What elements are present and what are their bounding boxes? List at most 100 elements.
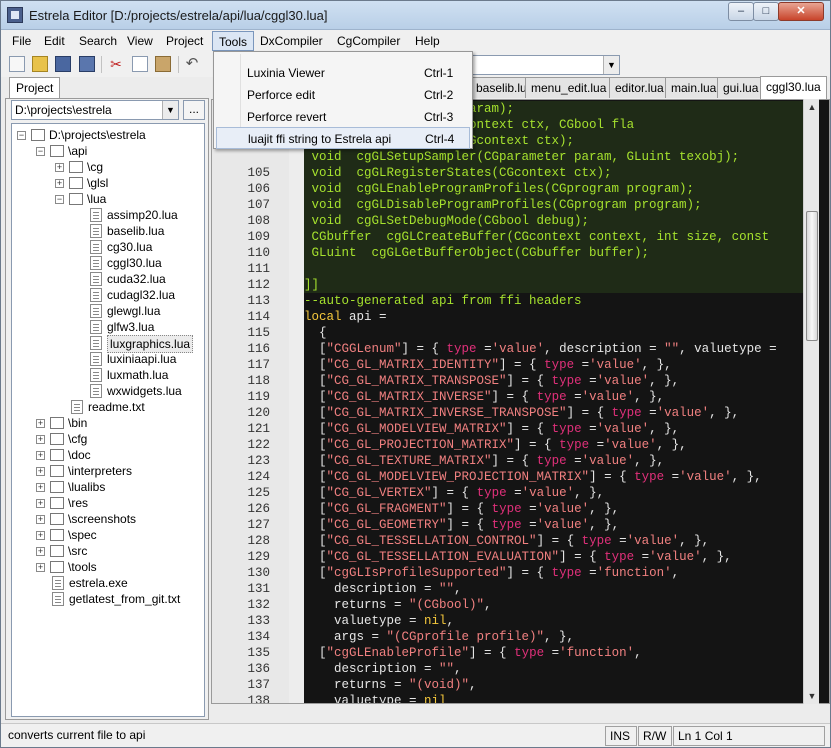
- menu-item-perforce-edit[interactable]: Perforce edit Ctrl-2: [216, 84, 470, 106]
- code-line[interactable]: ["CG_GL_TESSELLATION_CONTROL"] = { type …: [304, 533, 804, 549]
- menu-item-perforce-revert[interactable]: Perforce revert Ctrl-3: [216, 106, 470, 128]
- code-line[interactable]: void cgGLSetupSampler(CGparameter param,…: [304, 149, 804, 165]
- code-line[interactable]: {: [304, 325, 804, 341]
- code-line[interactable]: returns = "(void)",: [304, 677, 804, 693]
- code-line[interactable]: description = "",: [304, 581, 804, 597]
- file-tab[interactable]: gui.lua: [717, 77, 765, 98]
- code-line[interactable]: valuetype = nil: [304, 693, 804, 703]
- vertical-scrollbar[interactable]: ▲ ▼: [803, 99, 819, 704]
- scroll-up-icon[interactable]: ▲: [804, 99, 820, 115]
- tree-file[interactable]: assimp20.lua: [74, 207, 202, 223]
- code-line[interactable]: ["CG_GL_VERTEX"] = { type ='value', },: [304, 485, 804, 501]
- tree-folder[interactable]: + \tools: [36, 559, 202, 575]
- code-line[interactable]: ["CG_GL_MATRIX_INVERSE"] = { type ='valu…: [304, 389, 804, 405]
- menu-dxcompiler[interactable]: DxCompiler: [254, 31, 329, 51]
- tree-folder[interactable]: − \lua: [55, 191, 202, 207]
- expand-icon[interactable]: +: [36, 467, 45, 476]
- file-tab[interactable]: main.lua: [665, 77, 723, 98]
- code-line[interactable]: ["cgGLEnableProfile"] = { type ='functio…: [304, 645, 804, 661]
- code-line[interactable]: [304, 261, 804, 277]
- expand-icon[interactable]: +: [36, 563, 45, 572]
- tree-folder[interactable]: + \src: [36, 543, 202, 559]
- expand-icon[interactable]: +: [36, 531, 45, 540]
- function-list-combo[interactable]: ▼: [470, 55, 620, 75]
- chevron-down-icon[interactable]: ▼: [162, 101, 178, 119]
- code-line[interactable]: ["CG_GL_PROJECTION_MATRIX"] = { type ='v…: [304, 437, 804, 453]
- code-line[interactable]: ["CG_GL_FRAGMENT"] = { type ='value', },: [304, 501, 804, 517]
- file-tab[interactable]: cggl30.lua: [760, 76, 827, 99]
- code-line[interactable]: ["CG_GL_TEXTURE_MATRIX"] = { type ='valu…: [304, 453, 804, 469]
- expand-icon[interactable]: +: [36, 499, 45, 508]
- code-line[interactable]: void cgGLDisableProgramProfiles(CGprogra…: [304, 197, 804, 213]
- tree-file[interactable]: readme.txt: [55, 399, 202, 415]
- code-line[interactable]: local api =: [304, 309, 804, 325]
- code-line[interactable]: --auto-generated api from ffi headers: [304, 293, 804, 309]
- project-tree[interactable]: − D:\projects\estrela − \api + \cg + \glsl − \lua…: [11, 123, 205, 717]
- undo-icon[interactable]: ↶: [184, 56, 200, 72]
- scroll-thumb[interactable]: [806, 211, 818, 341]
- tree-folder[interactable]: + \doc: [36, 447, 202, 463]
- menu-item-luxinia-viewer[interactable]: Luxinia Viewer Ctrl-1: [216, 62, 470, 84]
- save-all-icon[interactable]: [79, 56, 95, 72]
- collapse-icon[interactable]: −: [17, 131, 26, 140]
- code-line[interactable]: ["cgGLIsProfileSupported"] = { type ='fu…: [304, 565, 804, 581]
- fold-margin[interactable]: [289, 100, 304, 703]
- save-icon[interactable]: [55, 56, 71, 72]
- tree-folder[interactable]: + \spec: [36, 527, 202, 543]
- tree-file[interactable]: cuda32.lua: [74, 271, 202, 287]
- code-editor[interactable]: reEnum(CGparameter param); extureParamet…: [211, 99, 830, 704]
- file-tab[interactable]: menu_edit.lua: [525, 77, 613, 98]
- code-line[interactable]: args = "(CGprofile profile)", },: [304, 629, 804, 645]
- browse-button[interactable]: ...: [183, 100, 205, 120]
- menu-search[interactable]: Search: [73, 31, 123, 51]
- tree-folder[interactable]: − \api: [36, 143, 202, 159]
- copy-icon[interactable]: [132, 56, 148, 72]
- tree-folder[interactable]: + \res: [36, 495, 202, 511]
- tree-folder[interactable]: + \screenshots: [36, 511, 202, 527]
- menu-view[interactable]: View: [121, 31, 159, 51]
- menu-cgcompiler[interactable]: CgCompiler: [331, 31, 406, 51]
- expand-icon[interactable]: +: [36, 451, 45, 460]
- project-path-combo[interactable]: D:\projects\estrela ▼: [11, 100, 179, 120]
- code-line[interactable]: void cgGLRegisterStates(CGcontext ctx);: [304, 165, 804, 181]
- code-line[interactable]: ["CG_GL_MODELVIEW_PROJECTION_MATRIX"] = …: [304, 469, 804, 485]
- tree-file[interactable]: wxwidgets.lua: [74, 383, 202, 399]
- expand-icon[interactable]: +: [55, 163, 64, 172]
- tree-file[interactable]: cggl30.lua: [74, 255, 202, 271]
- close-button[interactable]: ✕: [778, 2, 824, 21]
- code-line[interactable]: GLuint cgGLGetBufferObject(CGbuffer buff…: [304, 245, 804, 261]
- tree-file[interactable]: getlatest_from_git.txt: [36, 591, 202, 607]
- maximize-button[interactable]: □: [753, 2, 779, 21]
- cut-icon[interactable]: ✂: [108, 56, 124, 72]
- code-line[interactable]: ]]: [304, 277, 804, 293]
- tree-file[interactable]: luxgraphics.lua: [74, 335, 202, 353]
- tree-folder[interactable]: − D:\projects\estrela: [17, 127, 202, 143]
- code-line[interactable]: ["CGGLenum"] = { type ='value', descript…: [304, 341, 804, 357]
- expand-icon[interactable]: +: [36, 483, 45, 492]
- code-line[interactable]: CGbuffer cgGLCreateBuffer(CGcontext cont…: [304, 229, 804, 245]
- expand-icon[interactable]: +: [36, 419, 45, 428]
- menu-edit[interactable]: Edit: [38, 31, 71, 51]
- collapse-icon[interactable]: −: [55, 195, 64, 204]
- tree-file[interactable]: cudagl32.lua: [74, 287, 202, 303]
- tree-folder[interactable]: + \interpreters: [36, 463, 202, 479]
- code-line[interactable]: returns = "(CGbool)",: [304, 597, 804, 613]
- tree-folder[interactable]: + \cg: [55, 159, 202, 175]
- tree-file[interactable]: luxiniaapi.lua: [74, 351, 202, 367]
- tree-file[interactable]: glfw3.lua: [74, 319, 202, 335]
- code-line[interactable]: ["CG_GL_MATRIX_TRANSPOSE"] = { type ='va…: [304, 373, 804, 389]
- expand-icon[interactable]: +: [55, 179, 64, 188]
- tree-folder[interactable]: + \glsl: [55, 175, 202, 191]
- file-tab[interactable]: editor.lua: [609, 77, 670, 98]
- code-line[interactable]: ["CG_GL_MATRIX_IDENTITY"] = { type ='val…: [304, 357, 804, 373]
- scroll-down-icon[interactable]: ▼: [804, 688, 820, 704]
- tree-file[interactable]: baselib.lua: [74, 223, 202, 239]
- tree-file[interactable]: luxmath.lua: [74, 367, 202, 383]
- code-line[interactable]: valuetype = nil,: [304, 613, 804, 629]
- paste-icon[interactable]: [155, 56, 171, 72]
- expand-icon[interactable]: +: [36, 515, 45, 524]
- menu-file[interactable]: File: [6, 31, 37, 51]
- menu-project[interactable]: Project: [160, 31, 209, 51]
- menu-tools[interactable]: Tools: [212, 31, 255, 51]
- code-line[interactable]: ["CG_GL_MATRIX_INVERSE_TRANSPOSE"] = { t…: [304, 405, 804, 421]
